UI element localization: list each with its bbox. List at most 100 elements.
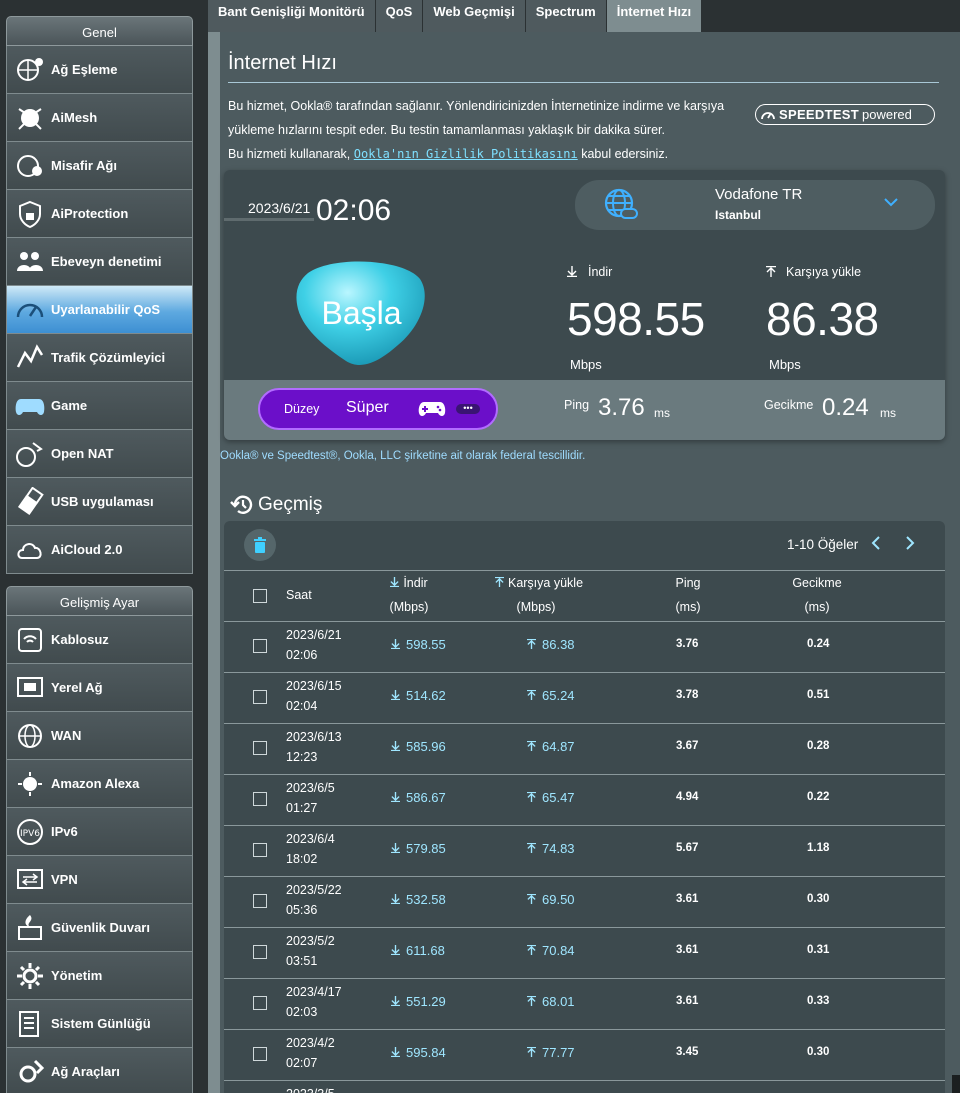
row-ping: 3.78 xyxy=(676,689,699,701)
row-download-value: 595.84 xyxy=(406,1045,446,1060)
row-checkbox[interactable] xyxy=(253,1047,267,1061)
row-time: 05:36 xyxy=(286,903,318,917)
row-divider xyxy=(224,1029,945,1030)
row-date: 2023/6/13 xyxy=(286,730,342,744)
sidebar-item-label: VPN xyxy=(51,872,78,887)
download-label: İndir xyxy=(588,265,613,279)
traffic-analyzer-icon xyxy=(13,341,47,375)
row-datetime: 2023/6/4 18:02 xyxy=(286,829,335,869)
row-checkbox[interactable] xyxy=(253,843,267,857)
sidebar-item-ipv6[interactable]: IPV6 IPv6 xyxy=(6,808,193,856)
row-date: 2023/5/22 xyxy=(286,883,342,897)
row-download: 598.55 xyxy=(391,637,446,652)
row-upload-value: 70.84 xyxy=(542,943,575,958)
next-page-icon[interactable] xyxy=(904,535,916,551)
sidebar-item-wan-globe[interactable]: WAN xyxy=(6,712,193,760)
row-checkbox[interactable] xyxy=(253,690,267,704)
lan-icon xyxy=(13,671,47,705)
download-arrow-icon xyxy=(391,1045,406,1060)
row-date: 2023/6/15 xyxy=(286,679,342,693)
row-upload-value: 86.38 xyxy=(542,637,575,652)
row-upload-value: 68.01 xyxy=(542,994,575,1009)
speedtest-powered-text: powered xyxy=(862,107,912,122)
shield-lock-icon xyxy=(13,197,47,231)
speedtest-content: İnternet Hızı Bu hizmet, Ookla® tarafınd… xyxy=(220,32,960,1093)
sidebar-item-label: Misafir Ağı xyxy=(51,158,117,173)
sidebar-item-admin-gear[interactable]: Yönetim xyxy=(6,952,193,1000)
table-row: 2023/6/21 02:06 598.55 86.38 3.76 0.24 xyxy=(224,621,945,672)
sidebar-item-parental-control[interactable]: Ebeveyn denetimi xyxy=(6,238,193,286)
row-datetime: 2023/6/21 02:06 xyxy=(286,625,342,665)
sidebar-item-cloud[interactable]: AiCloud 2.0 xyxy=(6,526,193,574)
download-arrow-icon xyxy=(391,688,406,703)
sidebar-item-wireless[interactable]: Kablosuz xyxy=(6,616,193,664)
more-options-icon[interactable]: ••• xyxy=(456,404,480,414)
tab-bar: Bant Genişliği Monitörü QoS Web Geçmişi Spe… xyxy=(208,0,960,32)
col-upload-label: Karşıya yükle xyxy=(507,576,584,590)
sidebar-item-network-map[interactable]: Ağ Eşleme xyxy=(6,46,193,94)
row-checkbox[interactable] xyxy=(253,996,267,1010)
sidebar-item-alexa[interactable]: Amazon Alexa xyxy=(6,760,193,808)
row-upload: 70.84 xyxy=(527,943,575,958)
tab-2[interactable]: Web Geçmişi xyxy=(423,0,526,32)
table-row: 2023/6/13 12:23 585.96 64.87 3.67 0.28 xyxy=(224,723,945,774)
row-upload: 69.50 xyxy=(527,892,575,907)
sidebar-item-guest-network[interactable]: Misafir Ağı xyxy=(6,142,193,190)
row-checkbox[interactable] xyxy=(253,945,267,959)
row-ping: 3.61 xyxy=(676,995,699,1007)
general-menu-title: Genel xyxy=(6,16,193,46)
scrollbar-thumb[interactable] xyxy=(952,1075,960,1093)
select-all-checkbox[interactable] xyxy=(253,589,267,603)
main-area: Bant Genişliği Monitörü QoS Web Geçmişi Spe… xyxy=(208,0,960,1093)
sidebar-item-network-tools[interactable]: Ağ Araçları xyxy=(6,1048,193,1093)
row-latency: 0.28 xyxy=(807,740,830,752)
prev-page-icon[interactable] xyxy=(870,535,882,551)
delete-history-button[interactable] xyxy=(244,529,276,561)
sidebar-item-label: Ebeveyn denetimi xyxy=(51,254,162,269)
row-upload: 74.83 xyxy=(527,841,575,856)
row-checkbox[interactable] xyxy=(253,792,267,806)
col-ping-header: Ping xyxy=(675,576,701,590)
datetime-underline xyxy=(224,218,314,221)
table-row: 2023/6/15 02:04 514.62 65.24 3.78 0.51 xyxy=(224,672,945,723)
sidebar-item-label: AiProtection xyxy=(51,206,129,221)
row-latency: 0.33 xyxy=(807,995,830,1007)
sidebar-item-lan[interactable]: Yerel Ağ xyxy=(6,664,193,712)
row-checkbox[interactable] xyxy=(253,639,267,653)
tab-3[interactable]: Spectrum xyxy=(525,0,607,32)
tab-1[interactable]: QoS xyxy=(375,0,424,32)
sidebar-item-vpn[interactable]: VPN xyxy=(6,856,193,904)
sidebar-item-qos-gauge[interactable]: Uyarlanabilir QoS xyxy=(6,286,193,334)
row-datetime: 2023/6/15 02:04 xyxy=(286,676,342,716)
table-row: 2023/4/17 02:03 551.29 68.01 3.61 0.33 xyxy=(224,978,945,1029)
sidebar-item-aimesh[interactable]: AiMesh xyxy=(6,94,193,142)
start-button[interactable]: Başla xyxy=(294,257,429,369)
system-log-icon xyxy=(13,1007,47,1041)
row-ping: 3.61 xyxy=(676,893,699,905)
row-download-value: 598.55 xyxy=(406,637,446,652)
row-checkbox[interactable] xyxy=(253,741,267,755)
sidebar-item-usb[interactable]: USB uygulaması xyxy=(6,478,193,526)
row-download: 586.67 xyxy=(391,790,446,805)
row-download: 595.84 xyxy=(391,1045,446,1060)
download-arrow-icon xyxy=(391,790,406,805)
sidebar-item-gamepad[interactable]: Game xyxy=(6,382,193,430)
row-download-value: 611.68 xyxy=(406,943,445,958)
sidebar-item-label: USB uygulaması xyxy=(51,494,154,509)
advanced-menu-title: Gelişmiş Ayar xyxy=(6,586,193,616)
sidebar-item-firewall[interactable]: Güvenlik Duvarı xyxy=(6,904,193,952)
col-latency-header: Gecikme xyxy=(792,576,842,590)
tab-4[interactable]: İnternet Hızı xyxy=(606,0,703,32)
privacy-policy-link[interactable]: Ookla'nın Gizlilik Politikasını xyxy=(354,147,578,161)
tab-0[interactable]: Bant Genişliği Monitörü xyxy=(208,0,376,32)
server-selector[interactable]: Vodafone TR Istanbul xyxy=(575,180,935,230)
row-upload-value: 65.47 xyxy=(542,790,575,805)
sidebar-item-shield-lock[interactable]: AiProtection xyxy=(6,190,193,238)
row-checkbox[interactable] xyxy=(253,894,267,908)
sidebar-item-open-nat[interactable]: Open NAT xyxy=(6,430,193,478)
row-datetime: 2023/5/2 03:51 xyxy=(286,931,335,971)
sidebar-item-traffic-analyzer[interactable]: Trafik Çözümleyici xyxy=(6,334,193,382)
upload-arrow-icon xyxy=(527,739,542,754)
row-download-value: 514.62 xyxy=(406,688,446,703)
sidebar-item-system-log[interactable]: Sistem Günlüğü xyxy=(6,1000,193,1048)
